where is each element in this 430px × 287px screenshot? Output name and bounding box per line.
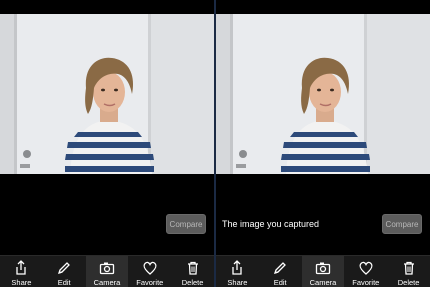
- favorite-button[interactable]: Favorite: [128, 256, 171, 287]
- captured-image-caption: The image you captured: [222, 219, 320, 229]
- compare-button[interactable]: Compare: [166, 214, 206, 234]
- favorite-button[interactable]: Favorite: [344, 256, 387, 287]
- compare-button[interactable]: Compare: [382, 214, 422, 234]
- pencil-icon: [274, 262, 287, 275]
- right-panel: The image you captured Compare Share Edi…: [216, 0, 430, 287]
- delete-button[interactable]: Delete: [387, 256, 430, 287]
- portrait-photo: [0, 14, 214, 174]
- top-bar: [0, 0, 214, 14]
- edit-label: Edit: [57, 278, 71, 287]
- camera-label: Camera: [93, 278, 121, 287]
- delete-button[interactable]: Delete: [171, 256, 214, 287]
- camera-icon: [315, 262, 331, 275]
- photo-preview[interactable]: [0, 14, 214, 174]
- portrait-photo: [216, 14, 430, 174]
- delete-label: Delete: [181, 278, 204, 287]
- top-bar: [216, 0, 430, 14]
- camera-icon: [99, 262, 115, 275]
- heart-icon: [143, 261, 157, 275]
- camera-button[interactable]: Camera: [301, 256, 345, 287]
- heart-icon: [359, 261, 373, 275]
- trash-icon: [187, 261, 198, 275]
- delete-label: Delete: [397, 278, 420, 287]
- bottom-toolbar: Share Edit Camera Favorite Delete: [216, 255, 430, 287]
- share-icon: [232, 260, 243, 275]
- share-label: Share: [227, 278, 248, 287]
- share-button[interactable]: Share: [0, 256, 43, 287]
- edit-label: Edit: [273, 278, 287, 287]
- bottom-toolbar: Share Edit Camera Favorite Delete: [0, 255, 214, 287]
- edit-button[interactable]: Edit: [259, 256, 302, 287]
- share-label: Share: [11, 278, 32, 287]
- favorite-label: Favorite: [352, 278, 380, 287]
- share-button[interactable]: Share: [216, 256, 259, 287]
- trash-icon: [403, 261, 414, 275]
- photo-preview[interactable]: [216, 14, 430, 174]
- favorite-label: Favorite: [136, 278, 164, 287]
- edit-button[interactable]: Edit: [43, 256, 86, 287]
- pencil-icon: [58, 262, 71, 275]
- camera-button[interactable]: Camera: [85, 256, 129, 287]
- left-panel: Compare Share Edit Camera Favorite Delet…: [0, 0, 214, 287]
- share-icon: [16, 260, 27, 275]
- camera-label: Camera: [309, 278, 337, 287]
